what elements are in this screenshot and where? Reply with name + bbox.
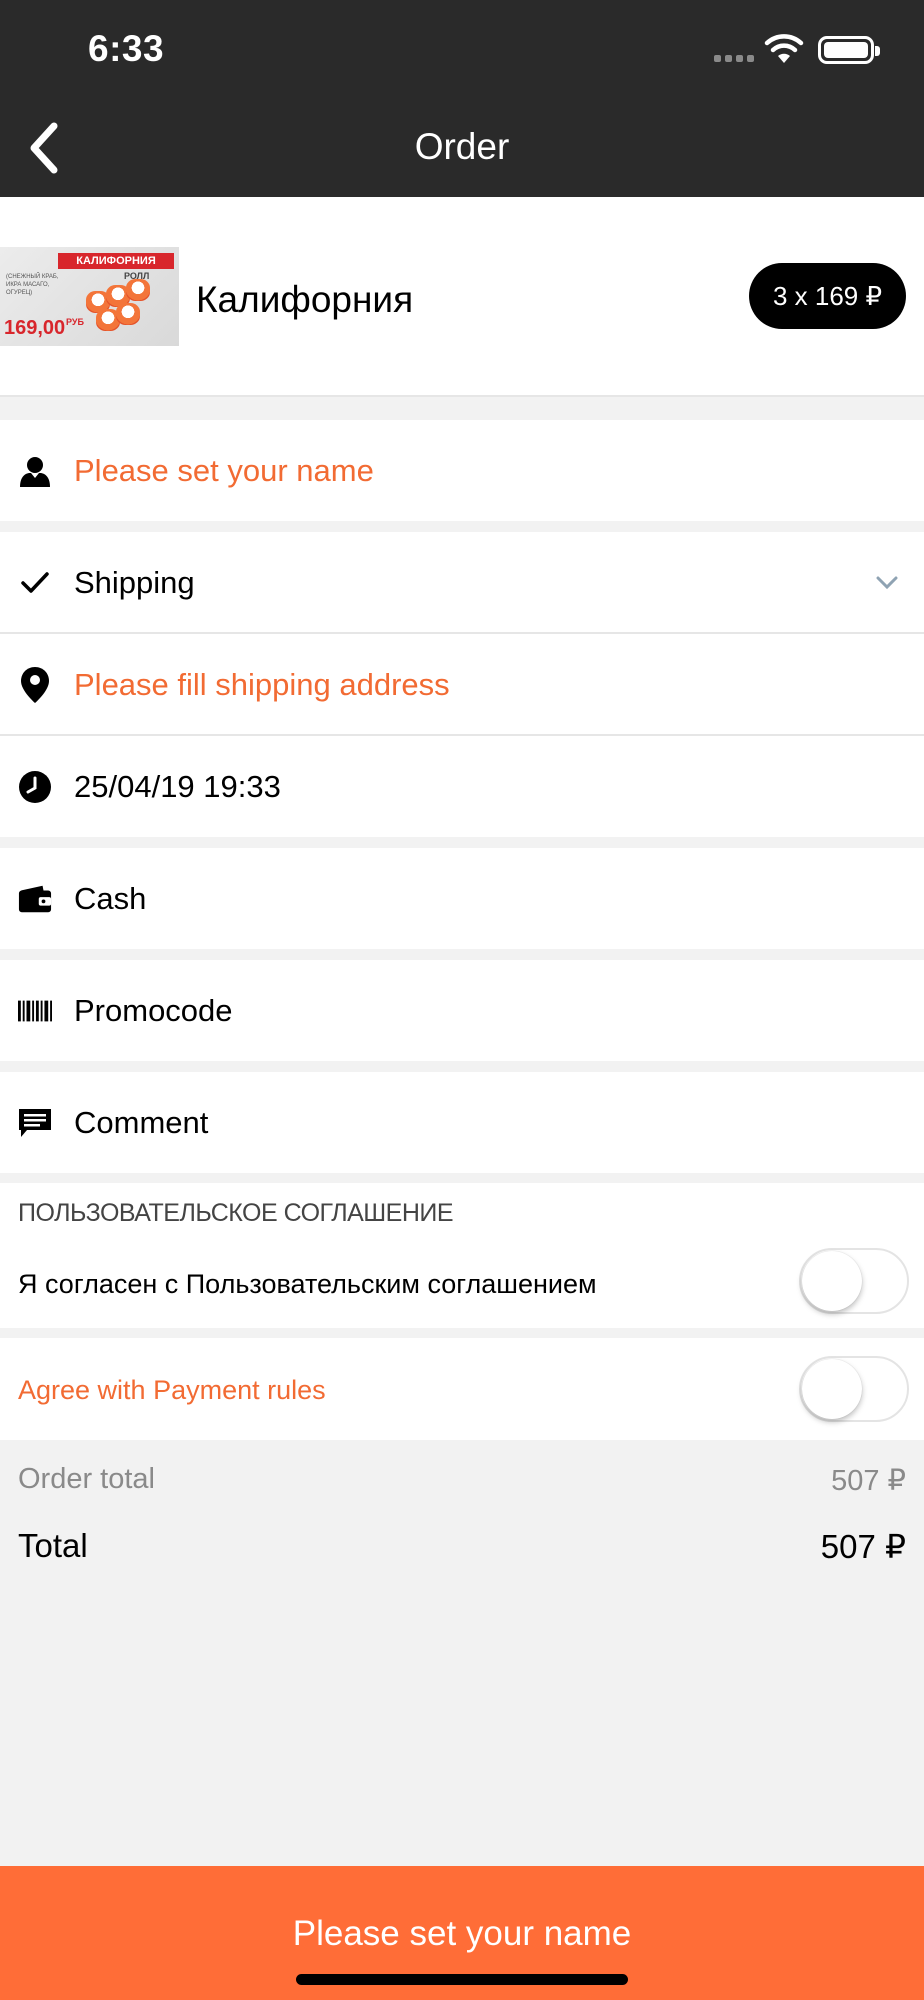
comment-label: Comment [74, 1104, 209, 1140]
wallet-icon [18, 882, 52, 916]
barcode-icon [18, 994, 52, 1028]
order-total-value: 507 ₽ [831, 1465, 906, 1497]
chevron-down-icon [876, 576, 898, 589]
payment-method-label: Cash [74, 880, 147, 916]
total-value: 507 ₽ [820, 1528, 906, 1565]
order-total-label: Order total [18, 1463, 155, 1495]
comment-row[interactable]: Comment [0, 1072, 924, 1173]
comment-icon [18, 1106, 52, 1140]
status-time: 6:33 [88, 28, 165, 69]
toggle-knob [802, 1251, 862, 1311]
toggle-knob [802, 1359, 862, 1419]
user-agreement-text: Я согласен с Пользовательским соглашение… [18, 1269, 597, 1299]
cellular-signal-icon [714, 55, 754, 62]
payment-rules-toggle[interactable] [799, 1356, 909, 1422]
location-pin-icon [18, 666, 52, 703]
delivery-time-row[interactable]: 25/04/19 19:33 [0, 736, 924, 837]
submit-order-label: Please set your name [292, 1914, 632, 1953]
shipping-label: Shipping [74, 564, 195, 600]
payment-rules-row: Agree with Payment rules [0, 1338, 924, 1440]
wifi-icon [764, 34, 804, 63]
cart-item: КАЛИФОРНИЯ РОЛЛ (СНЕЖНЫЙ КРАБ, ИКРА МАСА… [0, 197, 924, 397]
address-prompt: Please fill shipping address [74, 666, 450, 702]
total-label: Total [18, 1527, 88, 1564]
product-image: КАЛИФОРНИЯ РОЛЛ (СНЕЖНЫЙ КРАБ, ИКРА МАСА… [0, 247, 179, 346]
address-row[interactable]: Please fill shipping address [0, 634, 924, 735]
product-name: Калифорния [196, 279, 414, 320]
clock-icon [18, 770, 52, 804]
person-icon [18, 454, 52, 488]
shipping-method-select[interactable]: Shipping [0, 532, 924, 633]
user-agreement-section: ПОЛЬЗОВАТЕЛЬСКОЕ СОГЛАШЕНИЕ Я согласен с… [0, 1183, 924, 1328]
user-agreement-header: ПОЛЬЗОВАТЕЛЬСКОЕ СОГЛАШЕНИЕ [18, 1199, 454, 1227]
checkmark-icon [18, 566, 52, 600]
top-bar: 6:33 Order [0, 0, 924, 197]
name-row[interactable]: Please set your name [0, 420, 924, 521]
name-prompt: Please set your name [74, 452, 374, 488]
delivery-datetime: 25/04/19 19:33 [74, 768, 281, 804]
home-indicator [296, 1974, 628, 1985]
promocode-row[interactable]: Promocode [0, 960, 924, 1061]
payment-rules-text[interactable]: Agree with Payment rules [18, 1375, 326, 1406]
page-title: Order [414, 126, 510, 167]
payment-method-row[interactable]: Cash [0, 848, 924, 949]
quantity-price-button[interactable]: 3 x 169 ₽ [749, 263, 906, 329]
user-agreement-toggle[interactable] [799, 1248, 909, 1314]
promocode-label: Promocode [74, 992, 233, 1028]
submit-order-button[interactable]: Please set your name [0, 1866, 924, 2000]
battery-icon [818, 36, 880, 64]
